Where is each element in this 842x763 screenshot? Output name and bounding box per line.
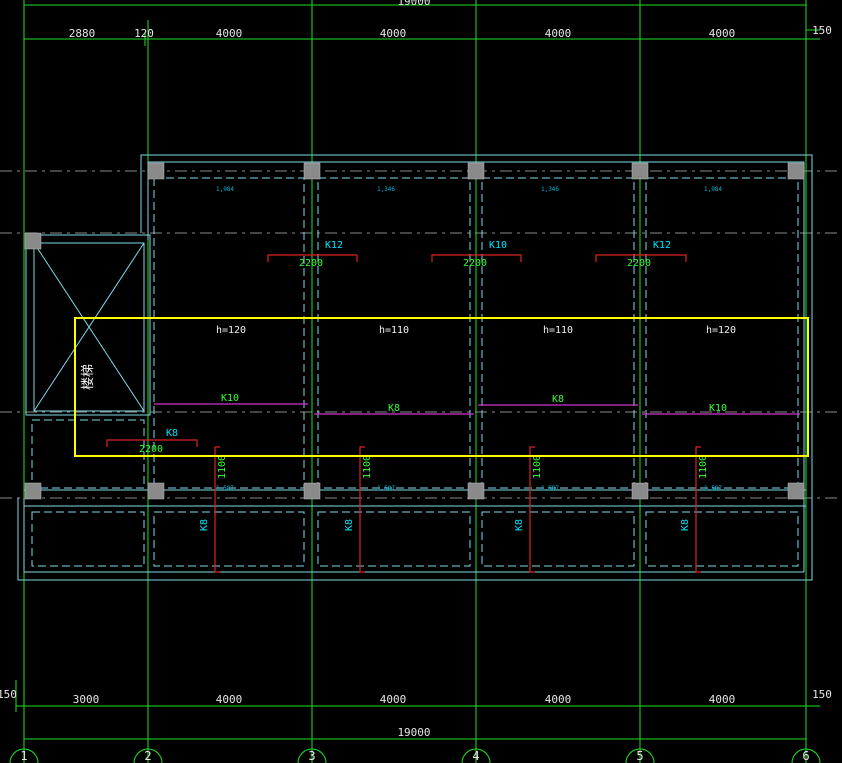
vertical-rebar-label-4: K8 xyxy=(680,519,691,531)
top-rebar-length-1: 2200 xyxy=(299,258,323,269)
bottom-dim-4000-c: 4000 xyxy=(545,693,572,706)
cad-drawing-canvas[interactable]: 19000 2880 120 4000 4000 4000 4000 150 1… xyxy=(0,0,842,763)
drawing-background xyxy=(0,0,842,763)
slab-thickness-2: h=110 xyxy=(379,325,409,336)
top-rebar-label-2: K10 xyxy=(489,240,507,251)
bottom-rebar-label-4: K10 xyxy=(709,403,727,414)
bottom-rebar-label-2: K8 xyxy=(388,403,400,414)
vertical-rebar-length-2: 1100 xyxy=(362,455,373,479)
bottom-overall-dim-text: 19000 xyxy=(397,726,430,739)
column-6a[interactable] xyxy=(787,162,805,180)
axis-label-1: 1 xyxy=(20,749,27,763)
column-5a[interactable] xyxy=(631,162,649,180)
column-3d[interactable] xyxy=(303,482,321,500)
bottom-left-dim-150: 150 xyxy=(0,688,17,701)
column-2d[interactable] xyxy=(147,482,165,500)
top-rebar-length-2: 2200 xyxy=(463,258,487,269)
column-4a[interactable] xyxy=(467,162,485,180)
axis-label-6: 6 xyxy=(802,749,809,763)
top-overall-dim-text: 19000 xyxy=(397,0,430,8)
bottom-rebar-label-1: K10 xyxy=(221,393,239,404)
bottom-dim-4000-b: 4000 xyxy=(380,693,407,706)
note-top-1: 1,984 xyxy=(216,186,234,193)
bottom-dim-4000-a: 4000 xyxy=(216,693,243,706)
slab-thickness-3: h=110 xyxy=(543,325,573,336)
note-top-4: 1,984 xyxy=(704,186,722,193)
top-dim-4000-c: 4000 xyxy=(545,27,572,40)
top-dim-2880: 2880 xyxy=(69,27,96,40)
bottom-rebar-label-3: K8 xyxy=(552,394,564,405)
vertical-rebar-length-4: 1100 xyxy=(698,455,709,479)
column-5d[interactable] xyxy=(631,482,649,500)
vertical-rebar-label-2: K8 xyxy=(344,519,355,531)
axis-label-4: 4 xyxy=(472,749,479,763)
column-3a[interactable] xyxy=(303,162,321,180)
top-dim-4000-b: 4000 xyxy=(380,27,407,40)
top-rebar-length-3: 2200 xyxy=(627,258,651,269)
top-right-dim-150: 150 xyxy=(812,24,832,37)
note-top-3: 1,346 xyxy=(541,186,559,193)
stair-rebar-length: 2200 xyxy=(139,444,163,455)
bottom-right-dim-150: 150 xyxy=(812,688,832,701)
slab-thickness-4: h=120 xyxy=(706,325,736,336)
vertical-rebar-label-3: K8 xyxy=(514,519,525,531)
bottom-dim-4000-d: 4000 xyxy=(709,693,736,706)
vertical-rebar-label-1: K8 xyxy=(199,519,210,531)
top-dim-4000-d: 4000 xyxy=(709,27,736,40)
bottom-dim-3000: 3000 xyxy=(73,693,100,706)
slab-thickness-1: h=120 xyxy=(216,325,246,336)
note-top-2: 1,346 xyxy=(377,186,395,193)
top-rebar-label-3: K12 xyxy=(653,240,671,251)
top-dim-4000-a: 4000 xyxy=(216,27,243,40)
axis-label-3: 3 xyxy=(308,749,315,763)
vertical-rebar-length-3: 1100 xyxy=(532,455,543,479)
axis-label-5: 5 xyxy=(636,749,643,763)
column-1d[interactable] xyxy=(24,482,42,500)
top-dim-120: 120 xyxy=(134,27,154,40)
vertical-rebar-length-1: 1100 xyxy=(217,455,228,479)
note-bottom-4: 1,587 xyxy=(704,485,722,492)
axis-label-2: 2 xyxy=(144,749,151,763)
note-bottom-1: 1,587 xyxy=(216,485,234,492)
stair-label: 楼梯 xyxy=(81,364,96,390)
column-6d[interactable] xyxy=(787,482,805,500)
column-4d[interactable] xyxy=(467,482,485,500)
note-bottom-3: 1,587 xyxy=(541,485,559,492)
note-bottom-2: 1,587 xyxy=(377,485,395,492)
top-rebar-label-1: K12 xyxy=(325,240,343,251)
column-1b[interactable] xyxy=(24,232,42,250)
column-2a[interactable] xyxy=(147,162,165,180)
stair-rebar-label: K8 xyxy=(166,428,178,439)
